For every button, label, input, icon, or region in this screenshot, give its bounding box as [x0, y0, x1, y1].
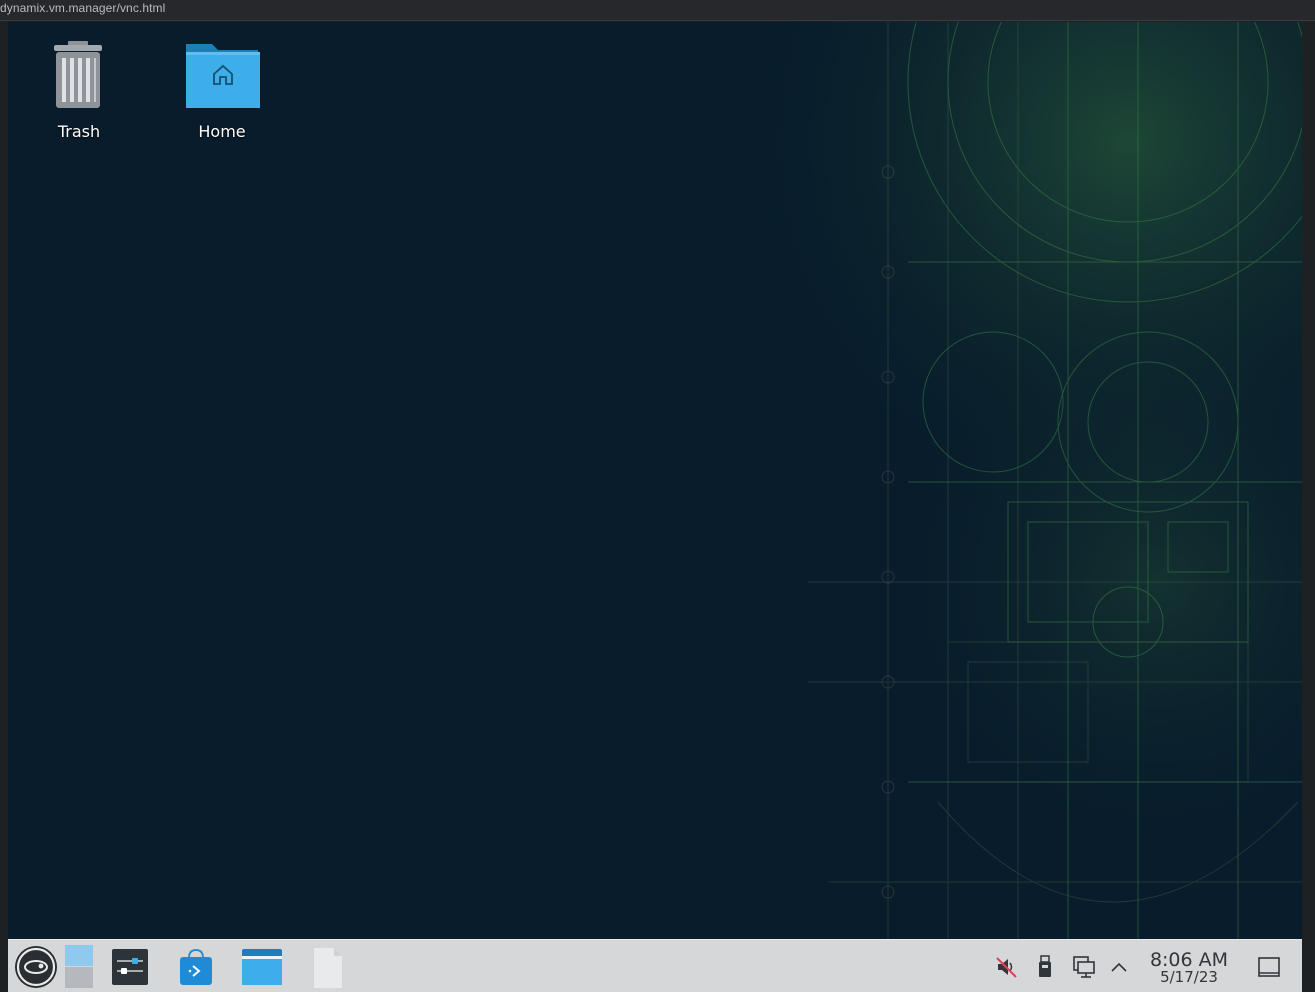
- browser-url: dynamix.vm.manager/vnc.html: [0, 1, 166, 15]
- volume-muted-icon: [996, 957, 1017, 978]
- settings-sliders-icon: [112, 949, 148, 985]
- network-wired-icon: [1073, 956, 1095, 978]
- file-manager-icon: [242, 949, 282, 985]
- desktop-icon-home[interactable]: Home: [151, 22, 261, 141]
- application-launcher-button[interactable]: [12, 940, 60, 992]
- network-tray-button[interactable]: [1070, 954, 1096, 980]
- text-document-task[interactable]: [308, 940, 348, 992]
- wallpaper-blueprint: [8, 22, 1302, 939]
- virtual-desktop-pager-icon: [65, 945, 93, 988]
- virtual-desktop-pager[interactable]: [64, 940, 94, 992]
- volume-tray-button[interactable]: [994, 954, 1020, 980]
- system-settings-launcher[interactable]: [108, 940, 152, 992]
- show-desktop-icon: [1258, 957, 1280, 977]
- chevron-up-icon: [1111, 962, 1127, 972]
- show-desktop-button[interactable]: [1256, 954, 1282, 980]
- usb-devices-tray-button[interactable]: [1034, 954, 1056, 980]
- home-folder-icon: [186, 44, 260, 108]
- desktop-icon-trash[interactable]: Trash: [8, 22, 118, 141]
- discover-launcher[interactable]: [176, 940, 216, 992]
- digital-clock-time[interactable]: 8:06 AM: [1144, 950, 1234, 970]
- trash-icon: [54, 41, 102, 108]
- opensuse-logo-icon: [15, 946, 57, 988]
- viewer-right-border: [1302, 21, 1315, 992]
- usb-icon: [1039, 955, 1051, 977]
- digital-clock-date[interactable]: 5/17/23: [1144, 969, 1234, 985]
- desktop[interactable]: Trash Home: [8, 22, 1302, 939]
- file-manager-launcher[interactable]: [240, 940, 284, 992]
- software-store-icon: [180, 948, 212, 985]
- taskbar-panel: 8:06 AM 5/17/23: [8, 939, 1302, 992]
- desktop-icon-label: Home: [198, 122, 246, 141]
- tray-expand-button[interactable]: [1108, 954, 1130, 980]
- document-icon: [314, 948, 342, 988]
- desktop-icon-label: Trash: [57, 122, 101, 141]
- browser-address-bar: dynamix.vm.manager/vnc.html: [0, 0, 1315, 21]
- viewer-left-border: [0, 21, 8, 992]
